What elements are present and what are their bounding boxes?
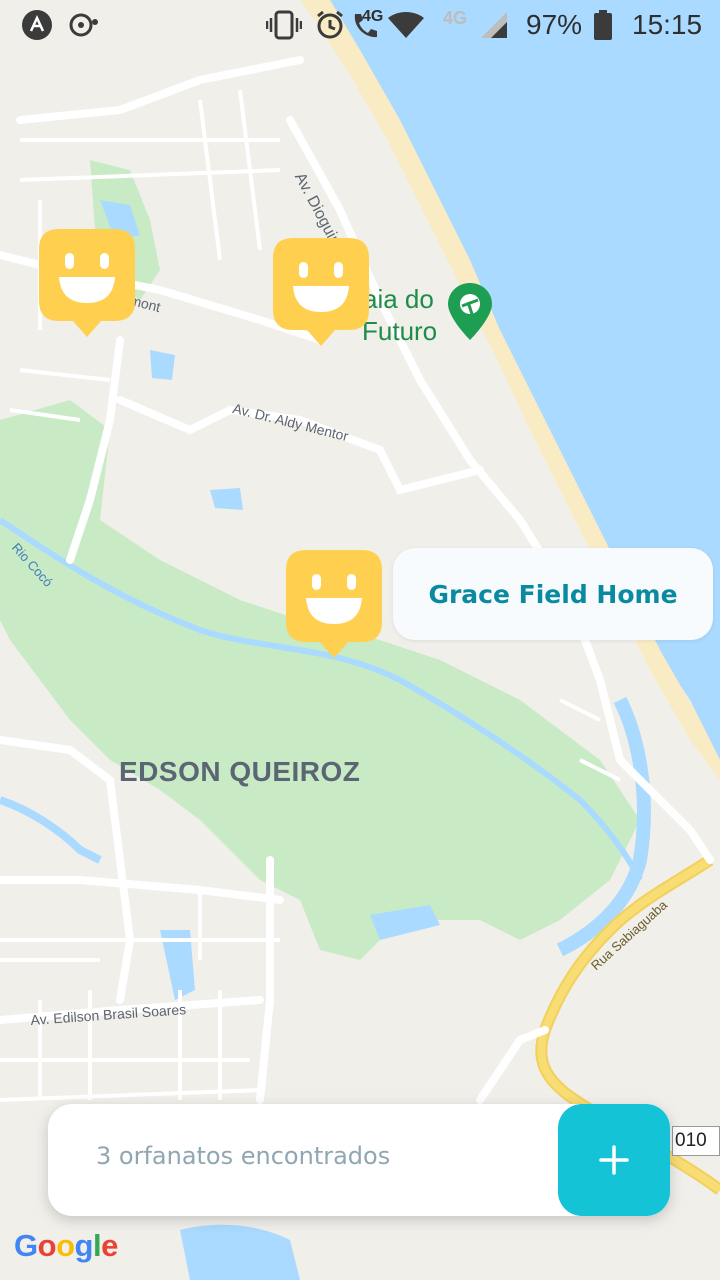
- poi-label-line1: aia do: [363, 284, 434, 314]
- orphanage-marker-3[interactable]: [286, 550, 382, 660]
- network-type-secondary-label: 4G: [443, 8, 468, 28]
- footer-bar: 3 orfanatos encontrados: [48, 1104, 670, 1216]
- callout-title: Grace Field Home: [428, 579, 678, 609]
- wifi-icon: [388, 8, 424, 42]
- smile-marker-icon: [39, 229, 135, 337]
- battery-percentage: 97%: [526, 9, 583, 40]
- smile-marker-icon: [286, 550, 382, 658]
- clock-time: 15:15: [632, 9, 703, 40]
- orphanage-count-text: 3 orfanatos encontrados: [96, 1142, 391, 1170]
- alarm-icon: [314, 8, 346, 42]
- road-number-badge: 010: [672, 1126, 720, 1156]
- signal-icon: [480, 8, 508, 42]
- plus-icon: [599, 1145, 629, 1175]
- add-orphanage-button[interactable]: [558, 1104, 670, 1216]
- vibrate-icon: [266, 8, 302, 42]
- google-logo: Google: [14, 1228, 118, 1263]
- orphanage-callout[interactable]: Grace Field Home: [393, 548, 713, 640]
- orphanage-marker-2[interactable]: [273, 238, 369, 348]
- neighborhood-label: EDSON QUEIROZ: [119, 756, 361, 787]
- network-type-label: 4G: [362, 8, 384, 25]
- smile-marker-icon: [273, 238, 369, 346]
- poi-label-line2: Futuro: [362, 316, 438, 346]
- battery-icon: [590, 8, 616, 42]
- media-icon: [68, 8, 102, 42]
- app-icon: [20, 8, 54, 42]
- orphanage-marker-1[interactable]: [39, 229, 135, 339]
- status-bar: 4G 4G 97% 15:15: [0, 0, 720, 50]
